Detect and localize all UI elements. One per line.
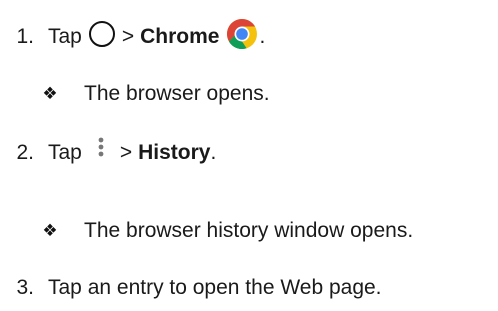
step-3: 3. Tap an entry to open the Web page.	[0, 274, 382, 300]
step-2-result: ❖ The browser history window opens.	[38, 218, 413, 242]
step-2: 2. Tap > History .	[0, 132, 216, 172]
step-number: 2.	[16, 140, 34, 164]
home-circle-icon	[88, 20, 116, 52]
step-target: History	[138, 140, 211, 164]
diamond-bullet-icon: ❖	[42, 220, 58, 240]
step-number: 3.	[16, 275, 34, 299]
step-number: 1.	[16, 24, 34, 48]
step-period: .	[210, 140, 217, 164]
step-target: Chrome	[140, 24, 220, 48]
step-period: .	[259, 24, 266, 48]
step-verb: Tap	[48, 140, 82, 164]
result-text: The browser opens.	[84, 81, 270, 105]
step-text: Tap an entry to open the Web page.	[48, 275, 382, 299]
step-separator: >	[119, 140, 133, 164]
diamond-bullet-icon: ❖	[42, 83, 58, 103]
step-1-result: ❖ The browser opens.	[38, 81, 270, 105]
chrome-logo-icon	[225, 17, 259, 55]
step-1: 1. Tap > Chrome .	[0, 16, 265, 56]
step-separator: >	[121, 24, 135, 48]
result-text: The browser history window opens.	[84, 218, 414, 242]
step-verb: Tap	[48, 24, 82, 48]
more-vertical-icon	[94, 135, 108, 169]
